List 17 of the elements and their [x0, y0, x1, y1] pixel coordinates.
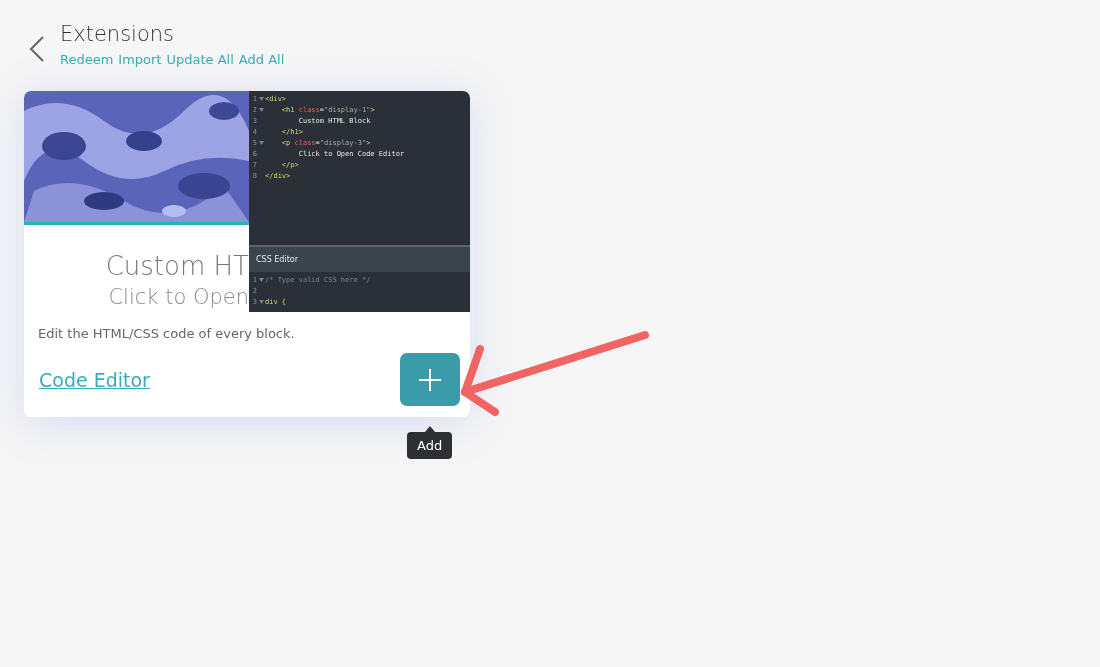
header-link[interactable]: Update All — [166, 52, 234, 67]
add-button[interactable] — [400, 353, 460, 406]
page-title: Extensions — [60, 22, 176, 46]
preview-subheading: Click to Open — [107, 285, 249, 309]
plus-icon — [418, 367, 442, 392]
header-link[interactable]: Redeem — [60, 52, 114, 67]
fold-icon[interactable] — [258, 299, 264, 304]
preview-heading: Custom HT — [104, 251, 249, 281]
extension-name-link[interactable]: Code Editor — [39, 368, 150, 391]
back-icon[interactable] — [28, 34, 46, 64]
header-link[interactable]: Import — [118, 52, 162, 67]
fold-icon[interactable] — [258, 277, 264, 282]
panel-title: CSS Editor — [249, 245, 470, 272]
fold-icon[interactable] — [258, 140, 264, 145]
tooltip: Add — [407, 426, 453, 459]
extension-description: Edit the HTML/CSS code of every block. — [37, 325, 296, 341]
header-link[interactable]: Add All — [238, 52, 285, 67]
